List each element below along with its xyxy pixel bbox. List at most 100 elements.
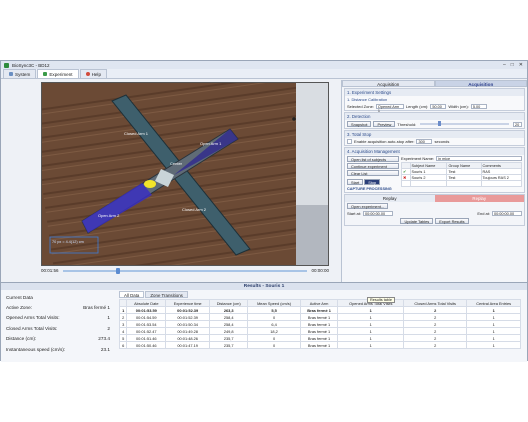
continue-experiment-button[interactable]: Continue experiment (347, 163, 399, 169)
minimize-icon[interactable]: – (503, 62, 506, 68)
length-label: Length (cm): (405, 104, 429, 109)
time-current: 00:01:56 (41, 268, 59, 273)
update-tables-button[interactable]: Update Tables (400, 218, 434, 224)
total-stop-section: 3. Total Stop Enable acquisition auto-st… (344, 130, 525, 146)
current-value: 23.1 (100, 346, 110, 352)
open-subjects-button[interactable]: Open list of subjects (347, 156, 399, 162)
replay-tab[interactable]: Replay (345, 195, 435, 202)
open-experiment-button[interactable]: Open experiment... (347, 203, 389, 209)
results-col-header[interactable]: Active Arm (299, 299, 339, 307)
current-data-row: Opened Arms Total Visits: 1 (6, 313, 110, 323)
table-cell: 00:01:52.39 (165, 313, 211, 321)
table-cell: 2 (403, 313, 468, 321)
table-cell: 258,4 (209, 313, 249, 321)
table-cell: 00:01:50.46 (126, 341, 167, 349)
end-at-input[interactable]: 00:00:00.00 (492, 211, 522, 216)
snapshot-button[interactable]: Snapshot (347, 121, 372, 127)
table-cell: Bras fermé 1 (299, 313, 339, 321)
tab-zone-transitions[interactable]: Zone Transitions (145, 291, 188, 298)
table-row[interactable]: 4 00:01:52.47 00:01:49.28 249,8 18,2 Bras fer… (118, 327, 521, 335)
results-col-header[interactable]: Distance (cm) (209, 299, 249, 307)
experiment-settings: 1. Experiment Settings 1. Distance Calib… (344, 88, 525, 113)
light-strip-lower (296, 205, 328, 265)
current-data-row: Active Zone: Bras fermé 1 (6, 302, 110, 312)
label-closed-arm-2: Closed Arm 2 (182, 207, 207, 212)
table-row[interactable]: 1 00:01:53.59 00:01:52.39 263,3 5,5 Bras ferm… (118, 306, 521, 314)
video-controls: 00:01:56 00:00:00 (41, 266, 329, 275)
total-stop-title: 3. Total Stop (345, 131, 524, 138)
close-icon[interactable]: ✕ (519, 62, 523, 68)
clear-list-button[interactable]: Clear List (347, 170, 399, 176)
table-cell: 1 (466, 320, 521, 328)
threshold-input[interactable]: 20 (513, 121, 522, 127)
current-label: Current Data (6, 294, 33, 300)
table-cell: Bras fermé 1 (299, 320, 339, 328)
marker-dot (292, 117, 296, 121)
table-cell: 2 (403, 306, 468, 314)
auto-stop-label: Enable acquisition auto-stop after: (354, 139, 415, 144)
table-cell: 00:01:48.26 (165, 334, 211, 342)
results-col-header[interactable]: Experience time (165, 299, 211, 307)
auto-stop-checkbox[interactable] (347, 139, 352, 144)
time-end: 00:00:00 (311, 268, 329, 273)
table-row[interactable]: 3 00:01:53.54 00:01:50.34 258,4 6,4 Bras ferm… (118, 320, 521, 328)
selected-zone-label: Selected Zone: (347, 104, 374, 109)
tab-acquisition[interactable]: Acquisition (342, 80, 435, 87)
table-cell: 6 (118, 341, 128, 349)
results-col-header[interactable]: Central Area Entries (466, 299, 521, 307)
tab-acquisition-active[interactable]: Acquisition (434, 80, 527, 87)
start-button[interactable]: Start (347, 179, 364, 185)
table-cell: 1 (466, 334, 521, 342)
threshold-knob[interactable] (437, 121, 441, 126)
experiment-settings-title: 1. Experiment Settings (345, 89, 524, 96)
table-row[interactable]: 2 00:01:54.59 00:01:52.39 258,4 0 Bras fermé … (118, 313, 521, 321)
table-cell: 0 (247, 334, 301, 342)
experiment-name-input[interactable]: in mice (436, 156, 522, 161)
video-view[interactable]: Closed Arm 1 Center Open Arm 1 Open Arm … (41, 82, 329, 266)
table-row[interactable]: 5 00:01:51.46 00:01:48.26 235,7 0 Bras fermé … (118, 334, 521, 342)
stop-button[interactable]: Stop (364, 179, 381, 185)
subjects-table: Subject Name Group Name Comments ✔ Souri… (401, 162, 523, 187)
results-col-header[interactable]: Absolute Date (126, 299, 167, 307)
maximize-icon[interactable]: □ (511, 62, 514, 68)
length-input[interactable]: 50.00 (430, 104, 447, 109)
table-cell: 00:01:53.59 (126, 306, 167, 314)
replay-tab-active[interactable]: Replay (434, 195, 524, 202)
table-cell: 00:01:50.34 (165, 320, 211, 328)
results-col-header[interactable] (118, 299, 128, 307)
width-label: Width (cm): (448, 104, 469, 109)
tab-all-data[interactable]: All Data (119, 291, 145, 298)
results-col-header[interactable]: Closed Arms Total Visits (403, 299, 468, 307)
threshold-slider[interactable] (420, 121, 509, 126)
seconds-label: seconds (434, 139, 450, 144)
table-cell: 00:01:51.46 (126, 334, 167, 342)
seek-knob[interactable] (116, 267, 121, 274)
zone-select[interactable]: Opened Arm 1 (375, 104, 404, 113)
table-row[interactable]: 6 00:01:50.46 00:01:47.19 235,7 0 Bras fermé … (118, 341, 521, 349)
preview-button[interactable]: Preview (373, 121, 396, 127)
export-results-button[interactable]: Export Results (435, 218, 469, 224)
results-tooltip: Results table (367, 297, 395, 303)
auto-stop-input[interactable]: 300 (416, 139, 433, 144)
tab-help[interactable]: Help (79, 69, 108, 78)
label-open-arm-2: Open Arm 2 (98, 213, 120, 218)
current-value: Bras fermé 1 (83, 305, 110, 311)
width-input[interactable]: 5.00 (470, 104, 487, 109)
system-icon (9, 72, 13, 76)
results-col-header[interactable]: Mean Speed (cm/s) (247, 299, 301, 307)
start-at-input[interactable]: 00:00:00.00 (363, 211, 394, 216)
table-cell: 3 (118, 320, 128, 328)
title-bar: BioSync3C - BD12 – □ ✕ (1, 61, 527, 69)
scale-label: 70 px = 4.4(12) cm (52, 240, 84, 244)
video-seek-bar[interactable] (62, 267, 308, 274)
current-data-row: Distance (cm): 273.4 (6, 334, 110, 344)
current-data-row: Instantaneous speed (cm/s): 23.1 (6, 344, 110, 354)
experiment-icon (43, 72, 48, 76)
tab-experiment[interactable]: Experiment (37, 69, 79, 78)
table-cell: 1 (337, 320, 405, 328)
current-data-row: Current Data (6, 292, 110, 302)
tab-system[interactable]: System (3, 69, 37, 78)
table-cell: 5 (118, 334, 128, 342)
detection-title: 2. Detection (345, 113, 524, 120)
table-cell: 00:01:47.19 (165, 341, 211, 349)
